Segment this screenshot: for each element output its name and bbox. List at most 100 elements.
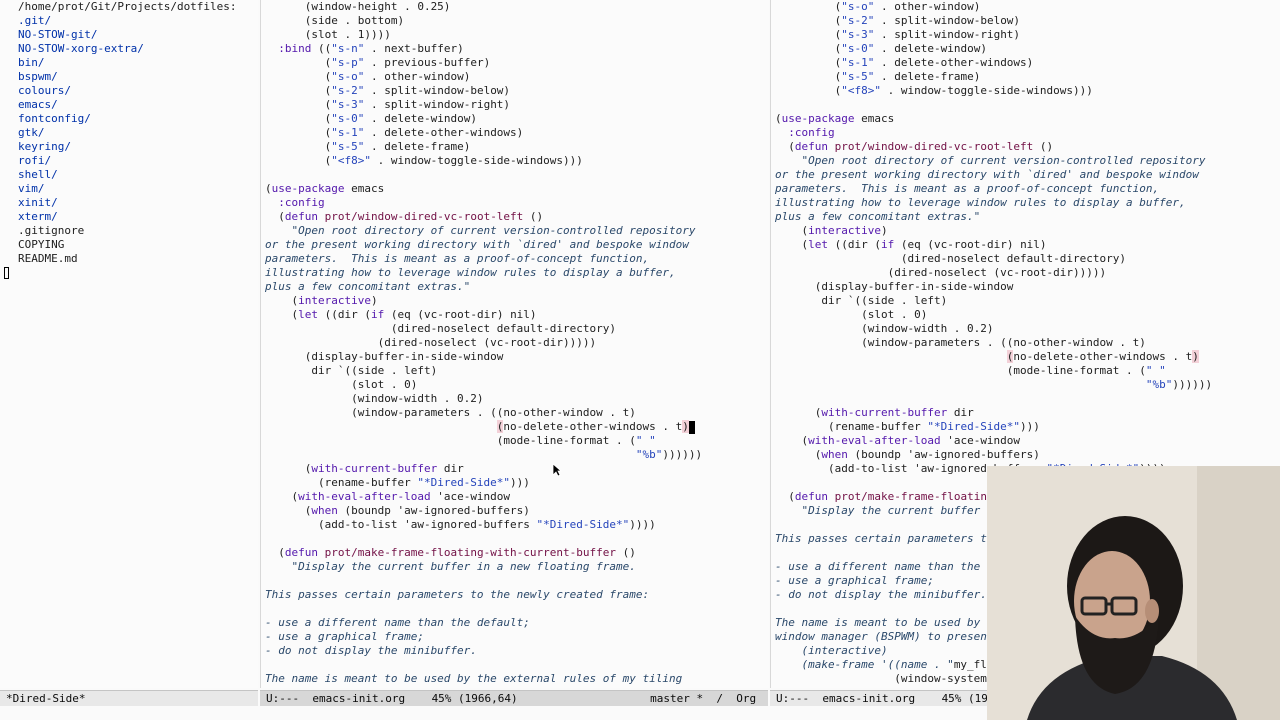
code-line[interactable]: (defun prot/window-dired-vc-root-left () bbox=[261, 210, 769, 224]
dired-directory-entry[interactable]: xinit/ bbox=[0, 196, 258, 210]
dired-directory-entry[interactable]: keyring/ bbox=[0, 140, 258, 154]
code-line[interactable]: - use a different name than the default; bbox=[261, 616, 769, 630]
code-line[interactable]: ("s-5" . delete-frame) bbox=[771, 70, 1280, 84]
dired-file-entry[interactable]: .gitignore bbox=[0, 224, 258, 238]
code-line[interactable]: (slot . 0) bbox=[261, 378, 769, 392]
code-line[interactable]: (window-width . 0.2) bbox=[771, 322, 1280, 336]
code-line[interactable]: plus a few concomitant extras." bbox=[771, 210, 1280, 224]
code-line[interactable]: (dired-noselect default-directory) bbox=[261, 322, 769, 336]
code-line[interactable]: (with-eval-after-load 'ace-window bbox=[771, 434, 1280, 448]
code-line[interactable]: illustrating how to leverage window rule… bbox=[771, 196, 1280, 210]
code-line[interactable]: (use-package emacs bbox=[771, 112, 1280, 126]
dired-file-entry[interactable]: COPYING bbox=[0, 238, 258, 252]
editor-window-active[interactable]: (window-height . 0.25) (side . bottom) (… bbox=[260, 0, 769, 688]
code-line[interactable]: (rename-buffer "*Dired-Side*"))) bbox=[771, 420, 1280, 434]
code-line[interactable]: (display-buffer-in-side-window bbox=[261, 350, 769, 364]
dired-directory-entry[interactable]: emacs/ bbox=[0, 98, 258, 112]
code-line[interactable]: (window-width . 0.2) bbox=[261, 392, 769, 406]
code-line[interactable]: (slot . 0) bbox=[771, 308, 1280, 322]
code-line[interactable]: "Display the current buffer in a new flo… bbox=[261, 560, 769, 574]
code-line[interactable]: ("s-o" . other-window) bbox=[771, 0, 1280, 14]
code-line[interactable]: (defun prot/make-frame-floating-with-cur… bbox=[261, 546, 769, 560]
code-line[interactable]: (side . bottom) bbox=[261, 14, 769, 28]
code-line[interactable]: (window-parameters . ((no-other-window .… bbox=[261, 406, 769, 420]
code-line[interactable]: (with-current-buffer dir bbox=[261, 462, 769, 476]
code-line[interactable]: or the present working directory with `d… bbox=[771, 168, 1280, 182]
code-line[interactable]: ("s-o" . other-window) bbox=[261, 70, 769, 84]
code-line[interactable]: ("s-1" . delete-other-windows) bbox=[771, 56, 1280, 70]
code-line[interactable]: (no-delete-other-windows . t) bbox=[771, 350, 1280, 364]
code-line[interactable]: - do not display the minibuffer. bbox=[261, 644, 769, 658]
code-line[interactable]: :config bbox=[261, 196, 769, 210]
dired-directory-entry[interactable]: colours/ bbox=[0, 84, 258, 98]
code-line[interactable]: ("s-p" . previous-buffer) bbox=[261, 56, 769, 70]
code-line[interactable] bbox=[771, 98, 1280, 112]
code-line[interactable] bbox=[261, 532, 769, 546]
dired-directory-entry[interactable]: rofi/ bbox=[0, 154, 258, 168]
code-line[interactable] bbox=[261, 658, 769, 672]
dired-directory-entry[interactable]: gtk/ bbox=[0, 126, 258, 140]
code-line[interactable]: ("s-5" . delete-frame) bbox=[261, 140, 769, 154]
code-line[interactable]: (window-parameters . ((no-other-window .… bbox=[771, 336, 1280, 350]
code-line[interactable]: (interactive) bbox=[771, 224, 1280, 238]
code-line[interactable] bbox=[261, 168, 769, 182]
code-line[interactable]: (dired-noselect (vc-root-dir))))) bbox=[261, 336, 769, 350]
code-line[interactable]: (display-buffer-in-side-window bbox=[771, 280, 1280, 294]
code-line[interactable]: plus a few concomitant extras." bbox=[261, 280, 769, 294]
dired-directory-entry[interactable]: NO-STOW-git/ bbox=[0, 28, 258, 42]
code-line[interactable]: (window-height . 0.25) bbox=[261, 0, 769, 14]
code-line[interactable]: ("<f8>" . window-toggle-side-windows))) bbox=[771, 84, 1280, 98]
code-line[interactable]: ("s-0" . delete-window) bbox=[261, 112, 769, 126]
code-line[interactable]: (when (boundp 'aw-ignored-buffers) bbox=[771, 448, 1280, 462]
code-line[interactable]: (rename-buffer "*Dired-Side*"))) bbox=[261, 476, 769, 490]
dired-directory-entry[interactable]: vim/ bbox=[0, 182, 258, 196]
code-line[interactable]: This passes certain parameters to the ne… bbox=[261, 588, 769, 602]
code-line[interactable]: (slot . 1)))) bbox=[261, 28, 769, 42]
code-line[interactable] bbox=[261, 602, 769, 616]
code-line[interactable]: - use a graphical frame; bbox=[261, 630, 769, 644]
code-line[interactable]: "Open root directory of current version-… bbox=[771, 154, 1280, 168]
code-line[interactable]: (mode-line-format . (" " bbox=[771, 364, 1280, 378]
code-line[interactable]: (use-package emacs bbox=[261, 182, 769, 196]
code-line[interactable]: (with-current-buffer dir bbox=[771, 406, 1280, 420]
code-line[interactable]: (defun prot/window-dired-vc-root-left () bbox=[771, 140, 1280, 154]
code-line[interactable]: ("s-2" . split-window-below) bbox=[261, 84, 769, 98]
code-line[interactable]: (mode-line-format . (" " bbox=[261, 434, 769, 448]
code-line[interactable]: (let ((dir (if (eq (vc-root-dir) nil) bbox=[261, 308, 769, 322]
dired-directory-entry[interactable]: .git/ bbox=[0, 14, 258, 28]
code-line[interactable]: or the present working directory with `d… bbox=[261, 238, 769, 252]
dired-directory-entry[interactable]: NO-STOW-xorg-extra/ bbox=[0, 42, 258, 56]
code-line[interactable]: (interactive) bbox=[261, 294, 769, 308]
code-line[interactable]: :bind (("s-n" . next-buffer) bbox=[261, 42, 769, 56]
code-line[interactable]: illustrating how to leverage window rule… bbox=[261, 266, 769, 280]
dired-directory-entry[interactable]: bin/ bbox=[0, 56, 258, 70]
code-line[interactable] bbox=[261, 574, 769, 588]
code-line[interactable]: parameters. This is meant as a proof-of-… bbox=[261, 252, 769, 266]
code-line[interactable]: "Open root directory of current version-… bbox=[261, 224, 769, 238]
dired-file-entry[interactable]: README.md bbox=[0, 252, 258, 266]
code-line[interactable]: ("<f8>" . window-toggle-side-windows))) bbox=[261, 154, 769, 168]
code-line[interactable]: (dired-noselect (vc-root-dir))))) bbox=[771, 266, 1280, 280]
code-line[interactable]: "%b")))))) bbox=[261, 448, 769, 462]
code-line[interactable]: (add-to-list 'aw-ignored-buffers "*Dired… bbox=[261, 518, 769, 532]
code-line[interactable]: The name is meant to be used by the exte… bbox=[261, 672, 769, 686]
code-line[interactable]: ("s-0" . delete-window) bbox=[771, 42, 1280, 56]
code-line[interactable]: ("s-2" . split-window-below) bbox=[771, 14, 1280, 28]
code-line[interactable]: ("s-3" . split-window-right) bbox=[261, 98, 769, 112]
code-line[interactable]: (dired-noselect default-directory) bbox=[771, 252, 1280, 266]
dired-directory-entry[interactable]: shell/ bbox=[0, 168, 258, 182]
code-line[interactable]: "%b")))))) bbox=[771, 378, 1280, 392]
code-line[interactable]: (let ((dir (if (eq (vc-root-dir) nil) bbox=[771, 238, 1280, 252]
code-line[interactable]: (no-delete-other-windows . t) bbox=[261, 420, 769, 434]
code-line[interactable]: (when (boundp 'aw-ignored-buffers) bbox=[261, 504, 769, 518]
code-line[interactable]: dir `((side . left) bbox=[771, 294, 1280, 308]
code-line[interactable]: :config bbox=[771, 126, 1280, 140]
code-line[interactable] bbox=[771, 392, 1280, 406]
dired-side-window[interactable]: /home/prot/Git/Projects/dotfiles: .git/NO… bbox=[0, 0, 258, 688]
code-line[interactable]: (with-eval-after-load 'ace-window bbox=[261, 490, 769, 504]
dired-directory-entry[interactable]: fontconfig/ bbox=[0, 112, 258, 126]
code-line[interactable]: ("s-3" . split-window-right) bbox=[771, 28, 1280, 42]
dired-directory-entry[interactable]: xterm/ bbox=[0, 210, 258, 224]
code-line[interactable]: ("s-1" . delete-other-windows) bbox=[261, 126, 769, 140]
code-line[interactable]: dir `((side . left) bbox=[261, 364, 769, 378]
